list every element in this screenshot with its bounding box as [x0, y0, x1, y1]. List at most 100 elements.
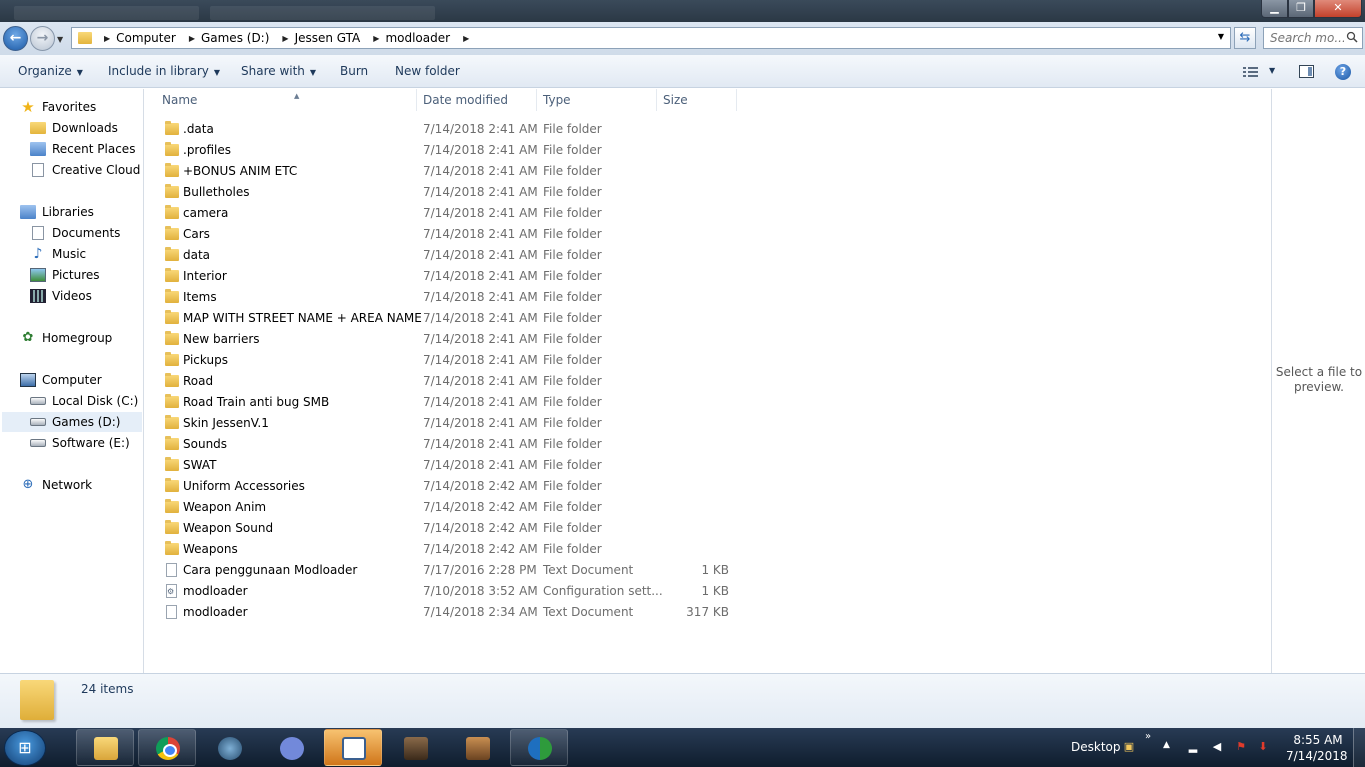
table-row[interactable]: Items 7/14/2018 2:41 AM File folder — [161, 287, 741, 308]
table-row[interactable]: modloader 7/14/2018 2:34 AM Text Document 3… — [161, 602, 741, 623]
table-row[interactable]: Sounds 7/14/2018 2:41 AM File folder — [161, 434, 741, 455]
table-row[interactable]: Road 7/14/2018 2:41 AM File folder — [161, 371, 741, 392]
taskbar-explorer[interactable] — [76, 729, 134, 766]
back-arrow-icon: ← — [9, 30, 22, 46]
forward-button[interactable]: → — [30, 26, 55, 51]
nav-label: Software (E:) — [52, 436, 130, 450]
action-center-icon[interactable]: ⚑ — [1234, 740, 1248, 754]
address-dropdown-icon[interactable]: ▼ — [1218, 32, 1224, 41]
table-row[interactable]: MAP WITH STREET NAME + AREA NAME 7/14/201… — [161, 308, 741, 329]
nav-local-disk-c[interactable]: Local Disk (C:) — [30, 391, 138, 411]
show-hidden-icons-icon[interactable]: ▲ — [1163, 740, 1170, 750]
nav-games-d[interactable]: Games (D:) — [2, 412, 142, 432]
download-manager-tray-icon[interactable]: ⬇ — [1256, 740, 1270, 754]
view-options-dropdown-icon[interactable]: ▼ — [1269, 66, 1275, 75]
burn-button[interactable]: Burn — [340, 64, 368, 78]
search-input[interactable] — [1264, 28, 1344, 48]
minimize-button[interactable]: ▁ — [1261, 0, 1288, 18]
search-icon[interactable] — [1346, 31, 1358, 43]
maximize-button[interactable]: ❐ — [1288, 0, 1314, 18]
preview-pane-toggle-icon[interactable] — [1299, 65, 1314, 78]
share-with-menu[interactable]: Share with ▼ — [241, 64, 316, 78]
nav-downloads[interactable]: Downloads — [30, 118, 118, 138]
table-row[interactable]: Weapon Sound 7/14/2018 2:42 AM File folder — [161, 518, 741, 539]
table-row[interactable]: SWAT 7/14/2018 2:41 AM File folder — [161, 455, 741, 476]
breadcrumb-computer[interactable]: Computer — [116, 31, 183, 45]
nav-software-e[interactable]: Software (E:) — [30, 433, 130, 453]
nav-libraries[interactable]: Libraries — [20, 202, 94, 222]
nav-recent-places[interactable]: Recent Places — [30, 139, 135, 159]
volume-icon[interactable]: ◀ — [1210, 740, 1224, 754]
help-icon[interactable]: ? — [1335, 64, 1351, 80]
network-signal-icon[interactable]: ▂ — [1186, 740, 1200, 754]
folder-icon — [165, 478, 179, 492]
file-name: .profiles — [183, 143, 231, 157]
desktop-toolbar-label[interactable]: Desktop — [1071, 740, 1121, 754]
taskbar-teamspeak[interactable] — [200, 729, 258, 766]
organize-menu[interactable]: Organize ▼ — [18, 64, 83, 78]
include-in-library-menu[interactable]: Include in library ▼ — [108, 64, 220, 78]
table-row[interactable]: Weapons 7/14/2018 2:42 AM File folder — [161, 539, 741, 560]
breadcrumb-modloader[interactable]: modloader — [385, 31, 457, 45]
nav-pictures[interactable]: Pictures — [30, 265, 100, 285]
column-header-size[interactable]: Size — [657, 89, 737, 111]
breadcrumb-separator-icon[interactable]: ▶ — [183, 34, 201, 43]
clock-time[interactable]: 8:55 AM — [1290, 733, 1346, 747]
table-row[interactable]: Bulletholes 7/14/2018 2:41 AM File folder — [161, 182, 741, 203]
taskbar-discord[interactable] — [262, 729, 320, 766]
nav-creative-cloud[interactable]: Creative Cloud Fi — [30, 160, 142, 180]
column-header-name[interactable]: Name ▲ — [156, 89, 417, 111]
new-folder-button[interactable]: New folder — [395, 64, 460, 78]
table-row[interactable]: Road Train anti bug SMB 7/14/2018 2:41 AM… — [161, 392, 741, 413]
refresh-button[interactable]: ⇆ — [1234, 27, 1256, 49]
table-row[interactable]: Weapon Anim 7/14/2018 2:42 AM File folder — [161, 497, 741, 518]
nav-computer[interactable]: Computer — [20, 370, 102, 390]
toolbar-overflow-icon[interactable]: » — [1145, 731, 1151, 742]
nav-network[interactable]: ⊕ Network — [20, 475, 93, 495]
breadcrumb-jessen-gta[interactable]: Jessen GTA — [295, 31, 368, 45]
breadcrumb-separator-icon[interactable]: ▶ — [367, 34, 385, 43]
close-button[interactable]: ✕ — [1314, 0, 1362, 18]
table-row[interactable]: Pickups 7/14/2018 2:41 AM File folder — [161, 350, 741, 371]
breadcrumb-separator-icon[interactable]: ▶ — [276, 34, 294, 43]
nav-homegroup[interactable]: ✿ Homegroup — [20, 328, 113, 348]
column-header-type[interactable]: Type — [537, 89, 657, 111]
table-row[interactable]: Cara penggunaan Modloader 7/17/2016 2:28 … — [161, 560, 741, 581]
show-desktop-button[interactable] — [1353, 728, 1365, 767]
nav-favorites[interactable]: ★ Favorites — [20, 97, 96, 117]
desktop-folder-icon[interactable]: ▣ — [1122, 740, 1136, 754]
table-row[interactable]: data 7/14/2018 2:41 AM File folder — [161, 245, 741, 266]
clock-date[interactable]: 7/14/2018 — [1286, 749, 1348, 763]
breadcrumb-separator-icon[interactable]: ▶ — [457, 34, 475, 43]
table-row[interactable]: .data 7/14/2018 2:41 AM File folder — [161, 119, 741, 140]
taskbar-document-app[interactable] — [324, 729, 382, 766]
taskbar-gta-sa[interactable] — [386, 729, 444, 766]
column-header-date-modified[interactable]: Date modified — [417, 89, 537, 111]
table-row[interactable]: New barriers 7/14/2018 2:41 AM File folder — [161, 329, 741, 350]
table-row[interactable]: Cars 7/14/2018 2:41 AM File folder — [161, 224, 741, 245]
nav-documents[interactable]: Documents — [30, 223, 120, 243]
table-row[interactable]: +BONUS ANIM ETC 7/14/2018 2:41 AM File fol… — [161, 161, 741, 182]
nav-music[interactable]: ♪ Music — [30, 244, 87, 264]
recent-pages-dropdown-icon[interactable]: ▼ — [57, 35, 63, 44]
breadcrumb-separator-icon[interactable]: ▶ — [98, 34, 116, 43]
change-view-icon[interactable] — [1243, 66, 1259, 78]
close-icon: ✕ — [1333, 1, 1343, 14]
taskbar-download-manager[interactable] — [510, 729, 568, 766]
taskbar-chrome[interactable] — [138, 729, 196, 766]
table-row[interactable]: modloader 7/10/2018 3:52 AM Configuration … — [161, 581, 741, 602]
search-box[interactable] — [1263, 27, 1363, 49]
start-button[interactable]: ⊞ — [4, 730, 46, 766]
table-row[interactable]: Skin JessenV.1 7/14/2018 2:41 AM File fold… — [161, 413, 741, 434]
table-row[interactable]: .profiles 7/14/2018 2:41 AM File folder — [161, 140, 741, 161]
taskbar-gta-launcher[interactable] — [448, 729, 506, 766]
back-button[interactable]: ← — [3, 26, 28, 51]
nav-videos[interactable]: Videos — [30, 286, 92, 306]
address-bar[interactable]: ▶ Computer ▶ Games (D:) ▶ Jessen GTA ▶ m… — [71, 27, 1231, 49]
window-title-bar[interactable]: ▁ ❐ ✕ — [0, 0, 1365, 22]
table-row[interactable]: camera 7/14/2018 2:41 AM File folder — [161, 203, 741, 224]
table-row[interactable]: Uniform Accessories 7/14/2018 2:42 AM File… — [161, 476, 741, 497]
table-row[interactable]: Interior 7/14/2018 2:41 AM File folder — [161, 266, 741, 287]
nav-label: Local Disk (C:) — [52, 394, 139, 408]
breadcrumb-games-drive[interactable]: Games (D:) — [201, 31, 276, 45]
